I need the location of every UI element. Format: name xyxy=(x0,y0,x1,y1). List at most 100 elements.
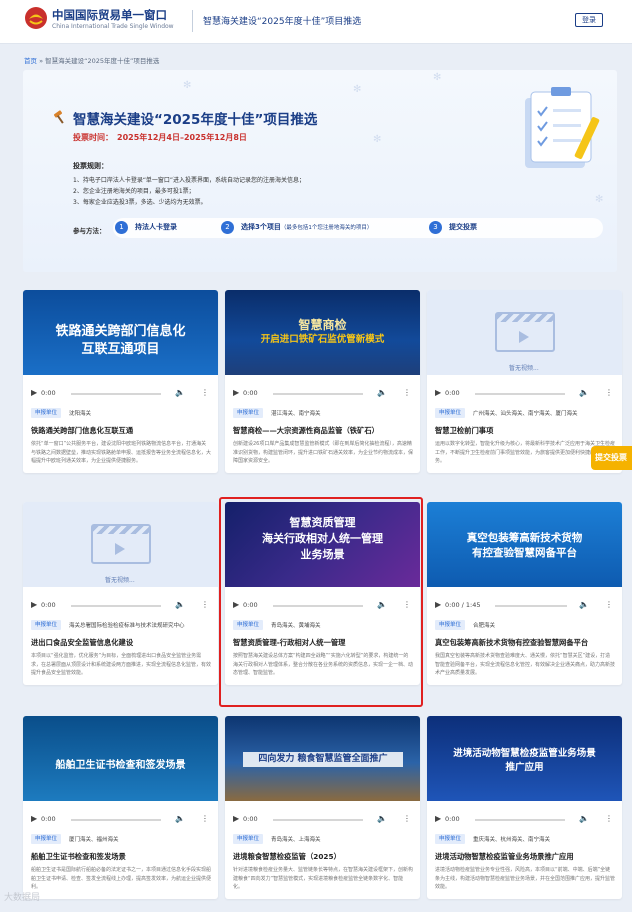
step-number: 2 xyxy=(221,221,234,234)
play-icon[interactable]: ▶ xyxy=(233,814,239,823)
video-progress-bar[interactable] xyxy=(273,393,363,395)
video-progress-bar[interactable] xyxy=(273,819,363,821)
video-time: 0:00 xyxy=(41,601,56,609)
volume-icon[interactable]: 🔈 xyxy=(377,388,387,397)
card-meta: 申报单位 青岛海关、上海海关 xyxy=(233,834,413,846)
video-player[interactable]: 船舶卫生证书检查和签发场景 xyxy=(23,716,218,801)
card-title: 铁路通关跨部门信息化互联互通 xyxy=(31,426,134,435)
volume-icon[interactable]: 🔈 xyxy=(579,814,589,823)
play-icon[interactable]: ▶ xyxy=(435,814,441,823)
placeholder-play-icon xyxy=(115,543,125,555)
project-card[interactable]: 智慧商检 开启进口铁矿石监优管新模式 ▶ 0:00 🔈 ⋮ 申报单位 湛江海关、… xyxy=(225,290,420,473)
video-player[interactable]: 进境活动物智慧检疫监管业务场景 推广应用 xyxy=(427,716,622,801)
card-meta: 申报单位 沈阳海关 xyxy=(31,408,211,420)
project-card[interactable]: 进境活动物智慧检疫监管业务场景 推广应用 ▶ 0:00 🔈 ⋮ 申报单位 重庆海… xyxy=(427,716,622,899)
declaring-units: 沈阳海关 xyxy=(69,411,92,417)
video-controls: ▶ 0:00 🔈 ⋮ xyxy=(23,814,218,826)
volume-icon[interactable]: 🔈 xyxy=(579,600,589,609)
step-number: 3 xyxy=(429,221,442,234)
card-meta: 申报单位 厦门海关、福州海关 xyxy=(31,834,211,846)
more-options-icon[interactable]: ⋮ xyxy=(201,814,209,823)
selection-highlight-frame xyxy=(219,497,423,707)
declaring-unit-badge: 申报单位 xyxy=(435,408,466,418)
declaring-units: 合肥海关 xyxy=(473,623,496,629)
login-button[interactable]: 登录 xyxy=(575,13,603,27)
no-video-text: 暂无视频... xyxy=(105,577,135,584)
snowflake-icon: ✻ xyxy=(373,134,382,145)
card-title: 船舶卫生证书检查和签发场景 xyxy=(31,852,126,861)
card-title: 真空包装筹高新技术货物有控查验智慧网备平台 xyxy=(435,638,589,647)
video-player[interactable]: 暂无视频... xyxy=(23,502,218,587)
volume-icon[interactable]: 🔈 xyxy=(579,388,589,397)
video-player[interactable]: 铁路通关跨部门信息化 互联互通项目 xyxy=(23,290,218,375)
breadcrumb-current: 智慧海关建设“2025年度十佳”项目推选 xyxy=(45,57,160,65)
video-player[interactable]: 真空包装筹高新技术货物 有控查验智慧网备平台 xyxy=(427,502,622,587)
step-text: 选择3个项目（最多包括1个您注册地海关的项目） xyxy=(241,222,372,232)
volume-icon[interactable]: 🔈 xyxy=(377,814,387,823)
step-text-main: 选择3个项目 xyxy=(241,223,281,231)
video-player[interactable]: 暂无视频... xyxy=(427,290,622,375)
method-label: 参与方法： xyxy=(73,227,106,235)
more-options-icon[interactable]: ⋮ xyxy=(605,388,613,397)
project-card[interactable]: 暂无视频... ▶ 0:00 🔈 ⋮ 申报单位 海关总署国际检验检疫标准与技术法… xyxy=(23,502,218,685)
card-description: 创新建设26项口岸产品集成智慧监管新模式（即在到岸后简化抽检流程），高速精准识别… xyxy=(233,441,413,464)
play-icon[interactable]: ▶ xyxy=(31,388,37,397)
video-player[interactable]: 四向发力 粮食智慧监管全面推广 xyxy=(225,716,420,801)
video-progress-bar[interactable] xyxy=(475,393,565,395)
video-progress-bar[interactable] xyxy=(71,605,161,607)
more-options-icon[interactable]: ⋮ xyxy=(403,388,411,397)
no-video-text: 暂无视频... xyxy=(509,365,539,372)
volume-icon[interactable]: 🔈 xyxy=(175,388,185,397)
card-description: 进境活动物检疫监管业务专业性强，风险高，本项目以“前端、中端、后端”全链条为主线… xyxy=(435,867,615,890)
logo-chinese-name: 中国国际贸易单一窗口 xyxy=(52,8,167,22)
video-title-line: 四向发力 粮食智慧监管全面推广 xyxy=(243,752,403,768)
declaring-unit-badge: 申报单位 xyxy=(435,620,466,630)
step-login: 1 持法人卡登录 xyxy=(115,220,215,236)
ballot-clipboard-icon xyxy=(525,87,600,168)
play-icon[interactable]: ▶ xyxy=(31,600,37,609)
volume-icon[interactable]: 🔈 xyxy=(175,814,185,823)
more-options-icon[interactable]: ⋮ xyxy=(201,600,209,609)
more-options-icon[interactable]: ⋮ xyxy=(605,814,613,823)
play-icon[interactable]: ▶ xyxy=(435,600,441,609)
card-description: 针对进境粮食检疫业务量大、监管链条长等特点，在智慧海关建设框架下，创新构建粮食“… xyxy=(233,867,413,890)
more-options-icon[interactable]: ⋮ xyxy=(605,600,613,609)
project-card[interactable]: 四向发力 粮食智慧监管全面推广 ▶ 0:00 🔈 ⋮ 申报单位 青岛海关、上海海… xyxy=(225,716,420,899)
rule-item: 1、持电子口岸法人卡登录“单一窗口”进入投票界面，系统自动记录您的注册海关信息； xyxy=(73,177,306,184)
video-progress-bar[interactable] xyxy=(71,393,161,395)
play-icon[interactable]: ▶ xyxy=(233,388,239,397)
video-progress-bar[interactable] xyxy=(71,819,161,821)
video-title-line: 有控查验智慧网备平台 xyxy=(472,547,577,559)
placeholder-play-icon xyxy=(519,331,529,343)
rule-item: 3、每家企业应选投3票，多选、少选均为无效票。 xyxy=(73,199,207,206)
card-meta: 申报单位 合肥海关 xyxy=(435,620,615,632)
project-card[interactable]: 铁路通关跨部门信息化 互联互通项目 ▶ 0:00 🔈 ⋮ 申报单位 沈阳海关 铁… xyxy=(23,290,218,473)
placeholder-stripe xyxy=(93,526,149,534)
single-window-logo-icon xyxy=(25,7,47,29)
video-controls: ▶ 0:00 🔈 ⋮ xyxy=(225,388,420,400)
breadcrumb-home-link[interactable]: 首页 xyxy=(24,57,37,65)
video-progress-bar[interactable] xyxy=(475,819,565,821)
project-card[interactable]: 真空包装筹高新技术货物 有控查验智慧网备平台 ▶ 0:00 / 1:45 🔈 ⋮… xyxy=(427,502,622,685)
card-title: 智慧卫检前门事项 xyxy=(435,426,494,435)
video-controls: ▶ 0:00 🔈 ⋮ xyxy=(427,388,622,400)
step-select: 2 选择3个项目（最多包括1个您注册地海关的项目） xyxy=(221,220,421,236)
snowflake-icon: ✻ xyxy=(595,194,604,205)
more-options-icon[interactable]: ⋮ xyxy=(201,388,209,397)
hammer-icon xyxy=(53,110,64,124)
project-card[interactable]: 船舶卫生证书检查和签发场景 ▶ 0:00 🔈 ⋮ 申报单位 厦门海关、福州海关 … xyxy=(23,716,218,899)
watermark: 大数据局 xyxy=(4,893,41,903)
video-title-line: 开启进口铁矿石监优管新模式 xyxy=(260,334,385,345)
snowflake-icon: ✻ xyxy=(183,80,192,91)
video-time: 0:00 / 1:45 xyxy=(445,601,481,609)
video-player[interactable]: 智慧商检 开启进口铁矿石监优管新模式 xyxy=(225,290,420,375)
vote-time-label: 投票时间： xyxy=(73,133,113,142)
play-icon[interactable]: ▶ xyxy=(31,814,37,823)
video-progress-bar[interactable] xyxy=(495,605,567,607)
volume-icon[interactable]: 🔈 xyxy=(175,600,185,609)
floating-submit-vote-button[interactable]: 提交投票 xyxy=(591,446,632,470)
video-controls: ▶ 0:00 🔈 ⋮ xyxy=(23,600,218,612)
declaring-unit-badge: 申报单位 xyxy=(233,834,264,844)
more-options-icon[interactable]: ⋮ xyxy=(403,814,411,823)
play-icon[interactable]: ▶ xyxy=(435,388,441,397)
